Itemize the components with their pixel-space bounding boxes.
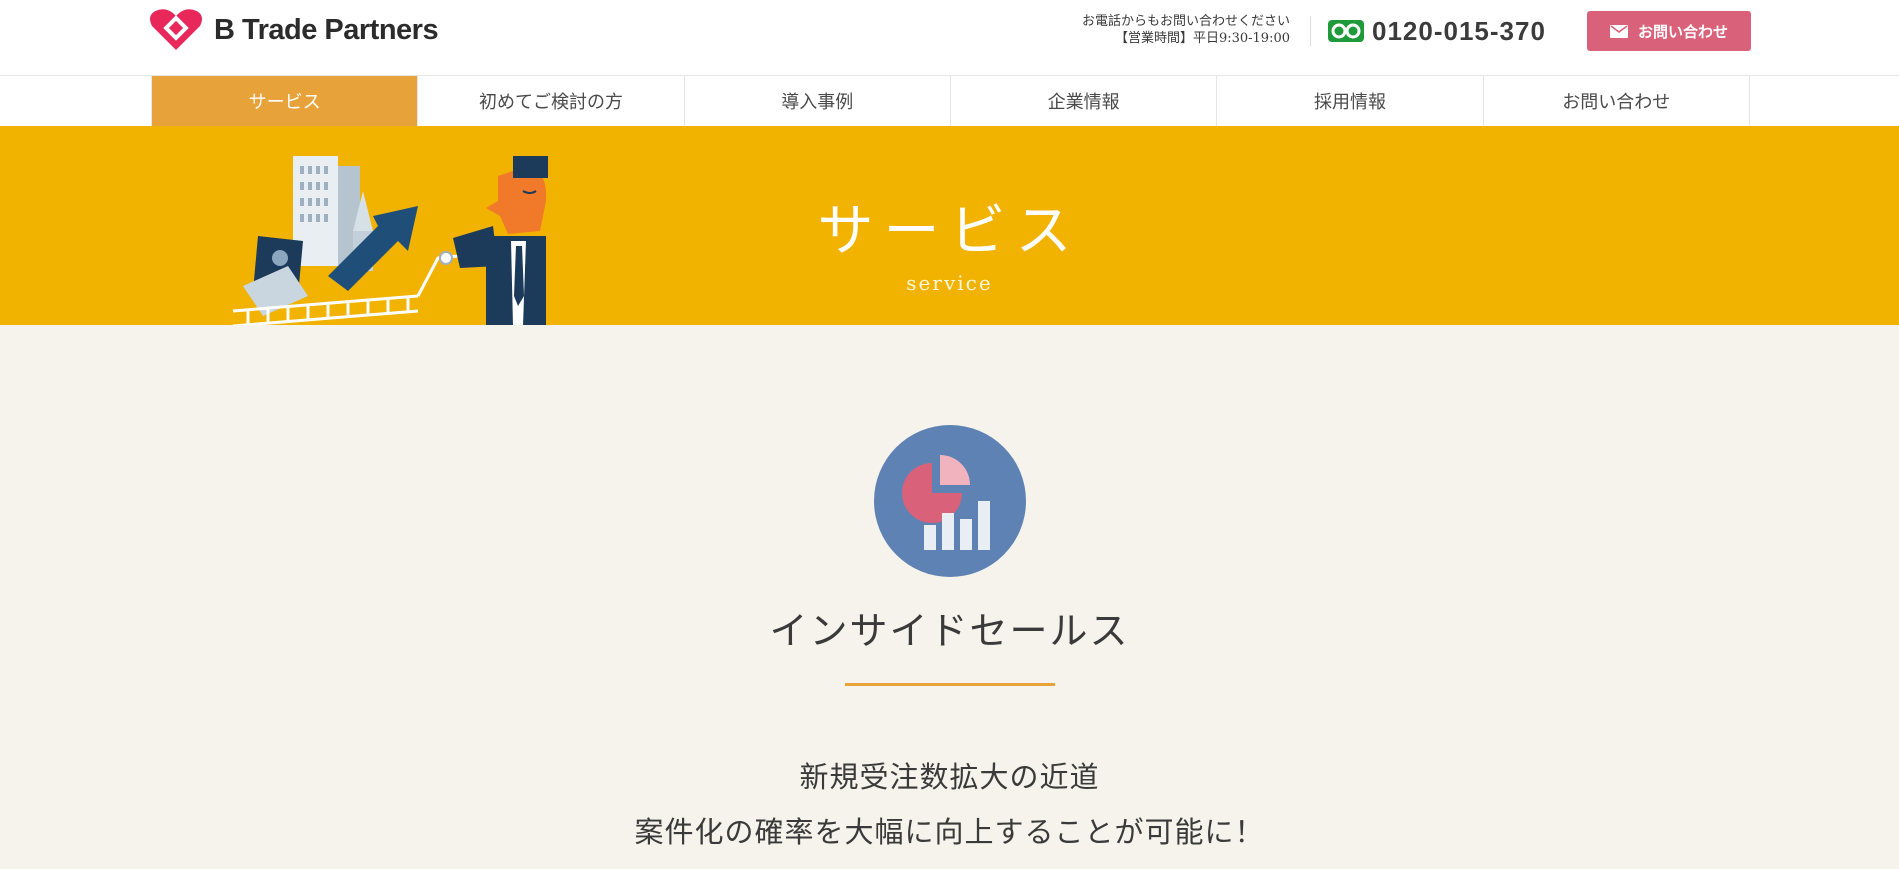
nav-item-first-time[interactable]: 初めてご検討の方 bbox=[418, 76, 685, 126]
nav-item-label: サービス bbox=[248, 92, 321, 113]
pie-bar-chart-icon bbox=[874, 425, 1026, 577]
phone-contact[interactable]: 0120-015-370 bbox=[1328, 14, 1546, 48]
title-underline bbox=[845, 683, 1055, 686]
contact-button-label: お問い合わせ bbox=[1637, 22, 1728, 41]
service-lead: 新規受注数拡大の近道 案件化の確率を大幅に向上することが可能に！ bbox=[0, 750, 1899, 860]
phone-number: 0120-015-370 bbox=[1372, 15, 1546, 46]
nav-item-label: 導入事例 bbox=[781, 92, 854, 113]
business-hours: 【営業時間】平日9:30-19:00 bbox=[1114, 31, 1290, 46]
nav-item-label: お問い合わせ bbox=[1562, 92, 1671, 113]
nav-item-service[interactable]: サービス bbox=[152, 76, 419, 126]
banner-subtitle: service bbox=[906, 271, 993, 295]
contact-note: お電話からもお問い合わせください 【営業時間】平日9:30-19:00 bbox=[1070, 13, 1290, 47]
service-title: インサイドセールス bbox=[769, 609, 1130, 653]
nav-item-label: 初めてご検討の方 bbox=[478, 92, 623, 113]
banner-title: サービス bbox=[817, 199, 1082, 264]
logo-text: B Trade Partners bbox=[214, 13, 439, 46]
nav-item-label: 採用情報 bbox=[1313, 92, 1386, 113]
mail-icon bbox=[1609, 24, 1628, 38]
site-logo[interactable]: B Trade Partners bbox=[148, 6, 439, 54]
lead-line-2: 案件化の確率を大幅に向上することが可能に！ bbox=[634, 815, 1265, 849]
contact-note-text: お電話からもお問い合わせください bbox=[1081, 14, 1290, 29]
nav-item-recruit[interactable]: 採用情報 bbox=[1217, 76, 1484, 126]
nav-item-contact[interactable]: お問い合わせ bbox=[1484, 76, 1750, 126]
nav-item-label: 企業情報 bbox=[1047, 92, 1120, 113]
global-nav: サービス 初めてご検討の方 導入事例 企業情報 採用情報 お問い合わせ bbox=[0, 75, 1899, 126]
lead-line-1: 新規受注数拡大の近道 bbox=[799, 760, 1100, 794]
nav-item-company[interactable]: 企業情報 bbox=[951, 76, 1218, 126]
service-section: インサイドセールス 新規受注数拡大の近道 案件化の確率を大幅に向上することが可能… bbox=[0, 325, 1899, 869]
free-dial-icon bbox=[1328, 20, 1364, 42]
site-header: B Trade Partners お電話からもお問い合わせください 【営業時間】… bbox=[0, 0, 1899, 75]
nav-item-case-studies[interactable]: 導入事例 bbox=[685, 76, 951, 126]
heart-diamond-logo-icon bbox=[150, 9, 202, 50]
contact-button[interactable]: お問い合わせ bbox=[1587, 11, 1751, 51]
header-divider bbox=[1310, 16, 1311, 46]
page-banner: サービス service bbox=[0, 126, 1899, 325]
